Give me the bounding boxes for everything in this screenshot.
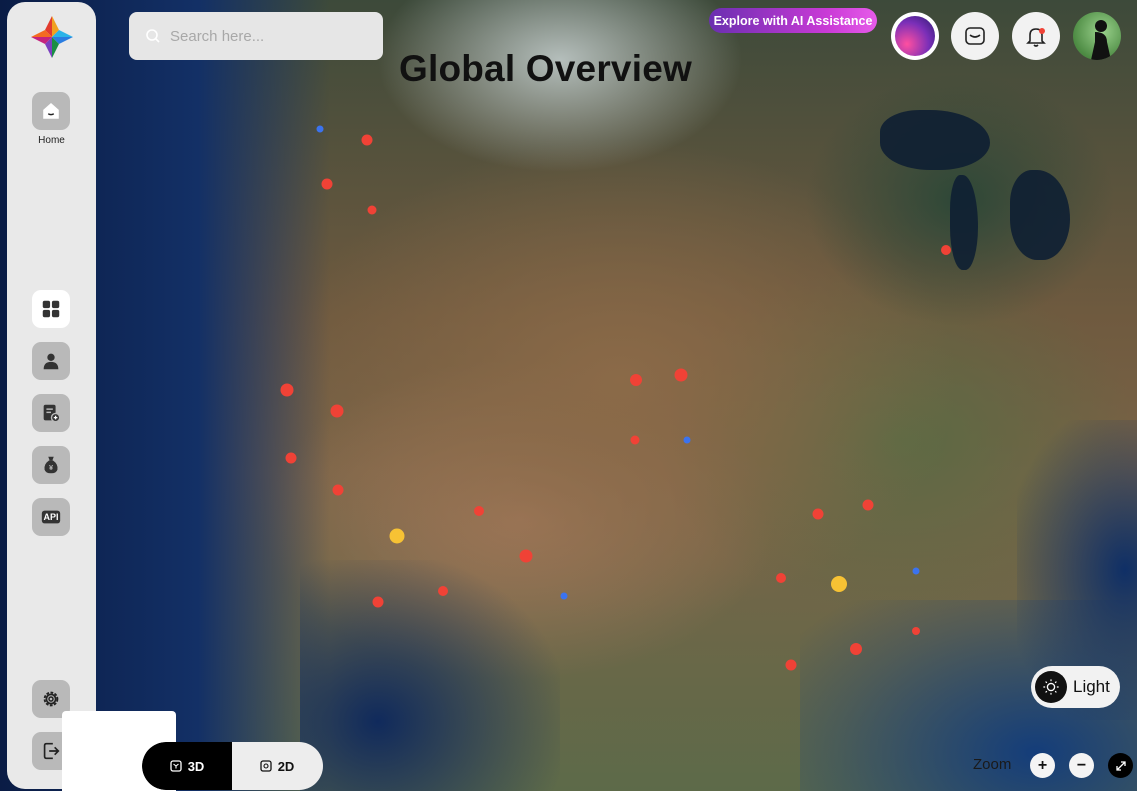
map-marker-red[interactable] <box>912 627 920 635</box>
document-add-icon <box>43 404 61 423</box>
map-marker-yellow[interactable] <box>389 528 405 544</box>
expand-icon <box>1115 760 1126 771</box>
documents-button[interactable] <box>32 394 70 432</box>
dashboard-button[interactable] <box>32 290 70 328</box>
map-marker-blue[interactable] <box>912 567 920 575</box>
theme-toggle-label: Light <box>1073 677 1110 696</box>
map-marker-blue[interactable] <box>560 592 568 600</box>
map-marker-red[interactable] <box>474 506 484 516</box>
search-bar[interactable] <box>129 12 383 60</box>
zoom-label: Zoom <box>973 756 1012 773</box>
bell-icon <box>1026 28 1046 47</box>
view-3d-button[interactable]: 3D <box>142 742 232 790</box>
fullscreen-button[interactable] <box>1108 753 1133 778</box>
ai-assistance-button[interactable]: Explore with AI Assistance <box>709 8 877 33</box>
api-label: API <box>43 512 59 522</box>
ai-orb-icon <box>895 16 935 56</box>
map-marker-yellow[interactable] <box>831 576 847 592</box>
pacific-ocean-south <box>300 560 560 791</box>
map-marker-red[interactable] <box>776 573 786 583</box>
map-marker-red[interactable] <box>361 134 373 146</box>
sun-icon <box>1035 671 1067 703</box>
view-2d-button[interactable]: 2D <box>232 742 322 790</box>
map-marker-red[interactable] <box>850 643 862 655</box>
gear-icon <box>43 691 59 707</box>
messages-button[interactable] <box>951 12 999 60</box>
map-marker-blue[interactable] <box>316 125 324 133</box>
api-button[interactable]: API <box>32 498 70 536</box>
map-marker-red[interactable] <box>862 499 874 511</box>
great-lake <box>1010 170 1070 260</box>
map-marker-red[interactable] <box>812 508 824 520</box>
theme-toggle[interactable]: Light <box>1031 666 1120 708</box>
great-lake <box>950 175 978 270</box>
finance-button[interactable]: ¥ <box>32 446 70 484</box>
square-icon <box>260 760 272 772</box>
users-button[interactable] <box>32 342 70 380</box>
dashboard-icon <box>42 300 60 318</box>
sidebar: Home ¥ API <box>7 2 96 789</box>
map-marker-red[interactable] <box>372 596 384 608</box>
page-title: Global Overview <box>399 48 692 89</box>
home-label: Home <box>38 135 65 146</box>
map-marker-red[interactable] <box>674 368 688 382</box>
avatar[interactable] <box>1073 12 1121 60</box>
zoom-in-button[interactable]: + <box>1030 753 1055 778</box>
map-marker-red[interactable] <box>285 452 297 464</box>
search-input[interactable] <box>168 26 372 46</box>
ai-orb-button[interactable] <box>891 12 939 60</box>
notifications-button[interactable] <box>1012 12 1060 60</box>
great-lake <box>880 110 990 170</box>
map-marker-red[interactable] <box>941 245 951 255</box>
map-marker-red[interactable] <box>785 659 797 671</box>
map-marker-red[interactable] <box>519 549 533 563</box>
cube-icon <box>170 760 182 772</box>
search-icon <box>146 29 160 43</box>
user-icon <box>43 353 59 370</box>
user-avatar-icon <box>1091 20 1111 60</box>
view-mode-toggle[interactable]: 3D 2D <box>142 742 323 790</box>
map-marker-red[interactable] <box>630 374 642 386</box>
map-marker-red[interactable] <box>330 404 344 418</box>
map-marker-red[interactable] <box>321 178 333 190</box>
map-marker-red[interactable] <box>367 205 377 215</box>
map-marker-red[interactable] <box>438 586 448 596</box>
inbox-icon <box>965 27 985 45</box>
map-marker-red[interactable] <box>332 484 344 496</box>
logo-icon <box>31 16 73 58</box>
view-2d-label: 2D <box>277 758 295 774</box>
satellite-map[interactable] <box>0 0 1137 791</box>
money-bag-icon: ¥ <box>44 456 58 474</box>
map-marker-blue[interactable] <box>683 436 691 444</box>
map-marker-red[interactable] <box>280 383 294 397</box>
logout-icon <box>43 742 60 760</box>
view-3d-label: 3D <box>187 758 205 774</box>
home-button[interactable] <box>32 92 70 130</box>
map-marker-red[interactable] <box>630 435 640 445</box>
home-icon <box>43 103 59 119</box>
zoom-out-button[interactable]: − <box>1069 753 1094 778</box>
